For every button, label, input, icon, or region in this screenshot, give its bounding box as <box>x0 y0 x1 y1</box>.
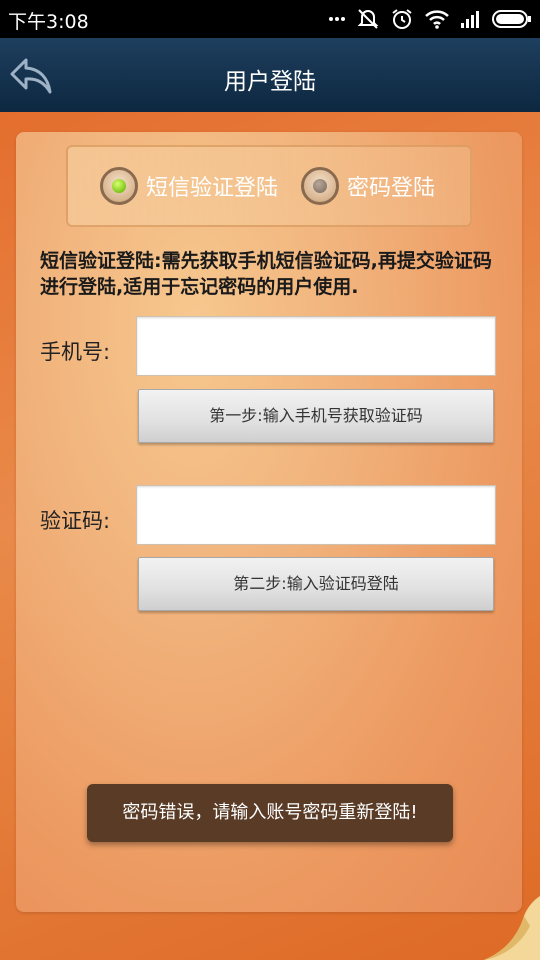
sms-login-description: 短信验证登陆:需先获取手机短信验证码,再提交验证码进行登陆,适用于忘记密码的用户… <box>40 250 492 298</box>
battery-icon <box>492 10 531 28</box>
status-icons <box>328 4 532 34</box>
get-code-button[interactable]: 第一步:输入手机号获取验证码 <box>138 389 494 443</box>
status-time: 下午3:08 <box>8 11 89 33</box>
page-curl-decoration <box>484 896 540 960</box>
alarm-icon <box>392 9 412 29</box>
wifi-icon <box>425 10 449 29</box>
radio-button-selected[interactable] <box>100 167 138 205</box>
radio-unselected-indicator <box>313 179 327 193</box>
login-button[interactable]: 第二步:输入验证码登陆 <box>138 557 494 611</box>
login-mode-radio-group: 短信验证登陆 密码登陆 <box>66 145 472 227</box>
radio-password-login[interactable]: 密码登陆 <box>301 161 435 211</box>
code-label: 验证码: <box>40 509 111 533</box>
radio-sms-login[interactable]: 短信验证登陆 <box>100 161 278 211</box>
radio-selected-indicator <box>112 179 126 193</box>
radio-password-login-label: 密码登陆 <box>347 176 436 201</box>
signal-icon <box>461 11 479 28</box>
status-bar: 下午3:08 <box>0 0 540 38</box>
radio-button-unselected[interactable] <box>301 167 339 205</box>
phone-label: 手机号: <box>40 340 111 364</box>
notification-muted-icon <box>357 9 379 29</box>
title-bar: 用户登陆 <box>0 38 540 114</box>
radio-sms-login-label: 短信验证登陆 <box>146 176 279 201</box>
error-toast: 密码错误，请输入账号密码重新登陆! <box>87 784 453 842</box>
phone-input[interactable] <box>136 316 496 376</box>
page-title: 用户登陆 <box>224 69 316 95</box>
code-input[interactable] <box>136 485 496 545</box>
more-icon <box>329 17 345 21</box>
